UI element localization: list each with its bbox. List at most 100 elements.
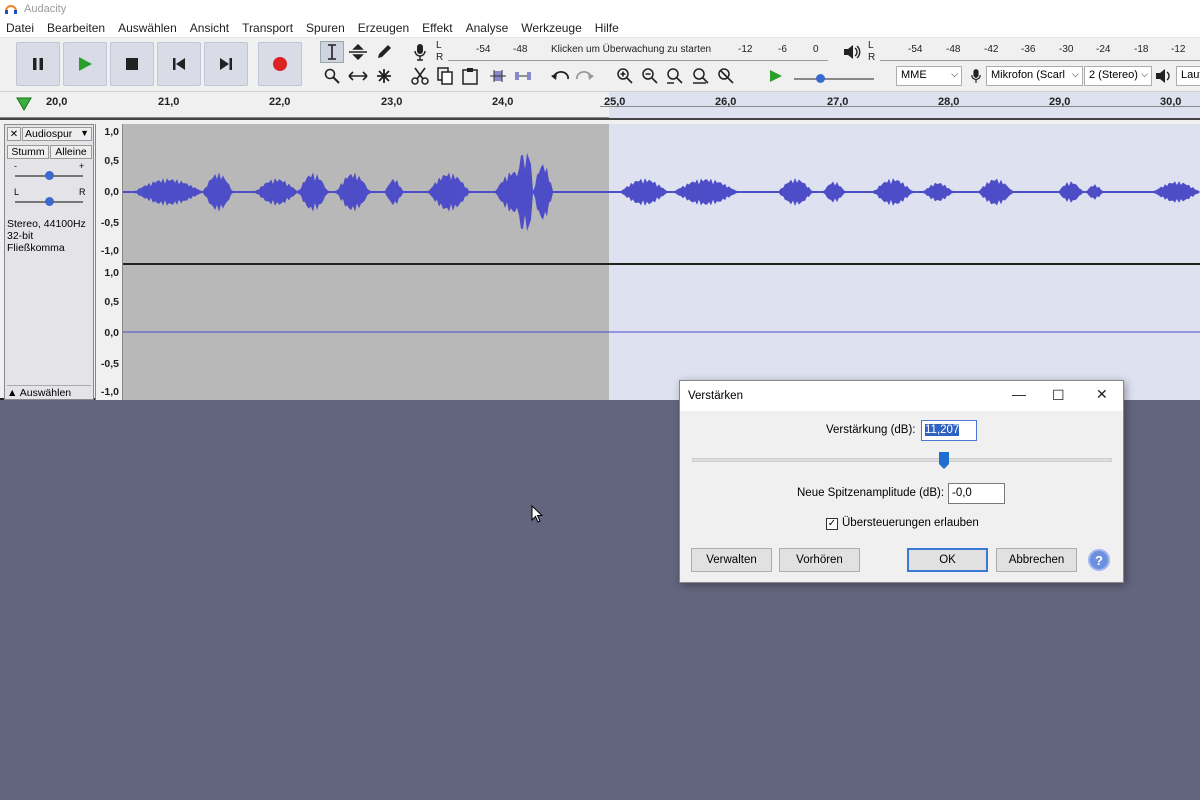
multi-tool-button[interactable] bbox=[372, 65, 396, 87]
mic-icon-holder bbox=[964, 65, 988, 87]
meter-left-label: L bbox=[436, 40, 442, 51]
silence-button[interactable] bbox=[511, 65, 535, 87]
mouse-cursor-icon bbox=[531, 505, 543, 523]
playback-device-select[interactable]: Laut bbox=[1176, 66, 1200, 86]
zoom-tool-button[interactable] bbox=[320, 65, 344, 87]
amplify-dialog: Verstärken — ☐ ✕ Verstärkung (dB): 11,20… bbox=[679, 380, 1124, 583]
close-icon[interactable]: ✕ bbox=[1096, 386, 1108, 403]
amplification-slider-thumb[interactable] bbox=[939, 452, 949, 470]
pan-slider-thumb[interactable] bbox=[45, 197, 54, 206]
recording-device-select[interactable]: Mikrofon (Scarl ⌵ bbox=[986, 66, 1083, 86]
zoom-in-icon bbox=[617, 68, 633, 84]
amp-label: -1,0 bbox=[100, 386, 119, 398]
mute-button[interactable]: Stumm bbox=[7, 145, 49, 159]
play-speed-slider[interactable] bbox=[794, 78, 874, 80]
waveform-display[interactable] bbox=[123, 124, 1200, 400]
gain-slider-thumb[interactable] bbox=[45, 171, 54, 180]
playback-meter-button[interactable] bbox=[840, 41, 864, 63]
pause-button[interactable] bbox=[16, 42, 60, 86]
copy-button[interactable] bbox=[433, 65, 457, 87]
zoom-fit-icon bbox=[693, 68, 709, 84]
menu-werkzeuge[interactable]: Werkzeuge bbox=[521, 21, 581, 35]
menu-bearbeiten[interactable]: Bearbeiten bbox=[47, 21, 105, 35]
skip-end-button[interactable] bbox=[204, 42, 248, 86]
solo-button[interactable]: Alleine bbox=[50, 145, 92, 159]
record-button[interactable] bbox=[258, 42, 302, 86]
menu-erzeugen[interactable]: Erzeugen bbox=[358, 21, 409, 35]
chevron-down-icon: ⌵ bbox=[1141, 69, 1148, 79]
ruler-label: 25,0 bbox=[604, 96, 626, 108]
track-area: ✕ Audiospur ▼ Stumm Alleine - + L R Stere… bbox=[0, 118, 1200, 400]
record-meter-prompt[interactable]: Klicken um Überwachung zu starten bbox=[551, 44, 711, 55]
playback-meter-scale bbox=[880, 60, 1200, 61]
allow-clipping-checkbox[interactable]: ✓ bbox=[826, 518, 838, 530]
menu-analyse[interactable]: Analyse bbox=[466, 21, 509, 35]
amp-label: 0,0 bbox=[104, 327, 119, 339]
minimize-icon[interactable]: — bbox=[1012, 386, 1026, 402]
track-select-button[interactable]: ▲ Auswählen bbox=[7, 385, 91, 399]
gain-max-label: + bbox=[79, 161, 85, 171]
playback-meter-tick: -36 bbox=[1021, 44, 1036, 55]
amplification-slider[interactable] bbox=[692, 458, 1112, 462]
amp-label: 1,0 bbox=[104, 267, 119, 279]
gain-min-label: - bbox=[14, 161, 17, 171]
envelope-tool-button[interactable] bbox=[346, 41, 370, 63]
clipboard-icon bbox=[462, 68, 478, 85]
track-control-panel[interactable]: ✕ Audiospur ▼ Stumm Alleine - + L R Stere… bbox=[4, 124, 94, 400]
pan-left-label: L bbox=[14, 187, 20, 197]
pan-right-label: R bbox=[79, 187, 86, 197]
zoom-in-button[interactable] bbox=[613, 65, 637, 87]
undo-button[interactable] bbox=[548, 65, 572, 87]
microphone-icon bbox=[414, 44, 426, 61]
maximize-icon[interactable]: ☐ bbox=[1052, 387, 1065, 404]
menu-effekt[interactable]: Effekt bbox=[422, 21, 452, 35]
ruler-label: 23,0 bbox=[381, 96, 403, 108]
menu-hilfe[interactable]: Hilfe bbox=[595, 21, 619, 35]
menu-ansicht[interactable]: Ansicht bbox=[190, 21, 229, 35]
play-button[interactable] bbox=[63, 42, 107, 86]
record-meter-button[interactable] bbox=[408, 41, 432, 63]
track-close-button[interactable]: ✕ bbox=[7, 127, 21, 141]
menu-spuren[interactable]: Spuren bbox=[306, 21, 345, 35]
playback-right-label: R bbox=[868, 52, 876, 63]
menu-datei[interactable]: Datei bbox=[6, 21, 34, 35]
playback-meter-tick: -42 bbox=[984, 44, 999, 55]
timeline-ruler[interactable]: 20,0 21,0 22,0 23,0 24,0 25,0 26,0 27,0 … bbox=[0, 92, 1200, 118]
fit-project-button[interactable] bbox=[689, 65, 713, 87]
play-head-icon[interactable] bbox=[16, 97, 32, 111]
menu-transport[interactable]: Transport bbox=[242, 21, 293, 35]
redo-button[interactable] bbox=[573, 65, 597, 87]
peak-amplitude-input[interactable]: -0,0 bbox=[948, 483, 1005, 504]
zoom-toggle-button[interactable] bbox=[714, 65, 738, 87]
paste-button[interactable] bbox=[458, 65, 482, 87]
zoom-out-button[interactable] bbox=[638, 65, 662, 87]
draw-tool-button[interactable] bbox=[372, 41, 396, 63]
ruler-label: 28,0 bbox=[938, 96, 960, 108]
skip-start-button[interactable] bbox=[157, 42, 201, 86]
track-name-menu[interactable]: Audiospur ▼ bbox=[22, 127, 92, 141]
fit-selection-button[interactable] bbox=[663, 65, 687, 87]
help-button[interactable]: ? bbox=[1088, 549, 1110, 571]
playback-meter-tick: -24 bbox=[1096, 44, 1111, 55]
play-speed-thumb[interactable] bbox=[816, 74, 825, 83]
trim-button[interactable] bbox=[486, 65, 510, 87]
cancel-button[interactable]: Abbrechen bbox=[996, 548, 1077, 572]
ruler-baseline bbox=[600, 106, 1200, 118]
menu-auswaehlen[interactable]: Auswählen bbox=[118, 21, 177, 35]
playback-meter-tick: -12 bbox=[1171, 44, 1186, 55]
dialog-title-bar[interactable]: Verstärken — ☐ ✕ bbox=[680, 381, 1123, 411]
ok-button[interactable]: OK bbox=[907, 548, 988, 572]
ruler-label: 29,0 bbox=[1049, 96, 1071, 108]
manage-button[interactable]: Verwalten bbox=[691, 548, 772, 572]
play-at-speed-button[interactable] bbox=[764, 65, 788, 87]
selection-tool-button[interactable] bbox=[320, 41, 344, 63]
record-meter-tick: -48 bbox=[513, 44, 528, 55]
stop-button[interactable] bbox=[110, 42, 154, 86]
audio-host-select[interactable]: MME ⌵ bbox=[896, 66, 962, 86]
recording-channels-select[interactable]: 2 (Stereo) ⌵ bbox=[1084, 66, 1152, 86]
i-beam-icon bbox=[328, 44, 336, 60]
amplification-input[interactable]: 11,207 bbox=[921, 420, 977, 441]
time-shift-tool-button[interactable] bbox=[346, 65, 370, 87]
cut-button[interactable] bbox=[408, 65, 432, 87]
preview-button[interactable]: Vorhören bbox=[779, 548, 860, 572]
